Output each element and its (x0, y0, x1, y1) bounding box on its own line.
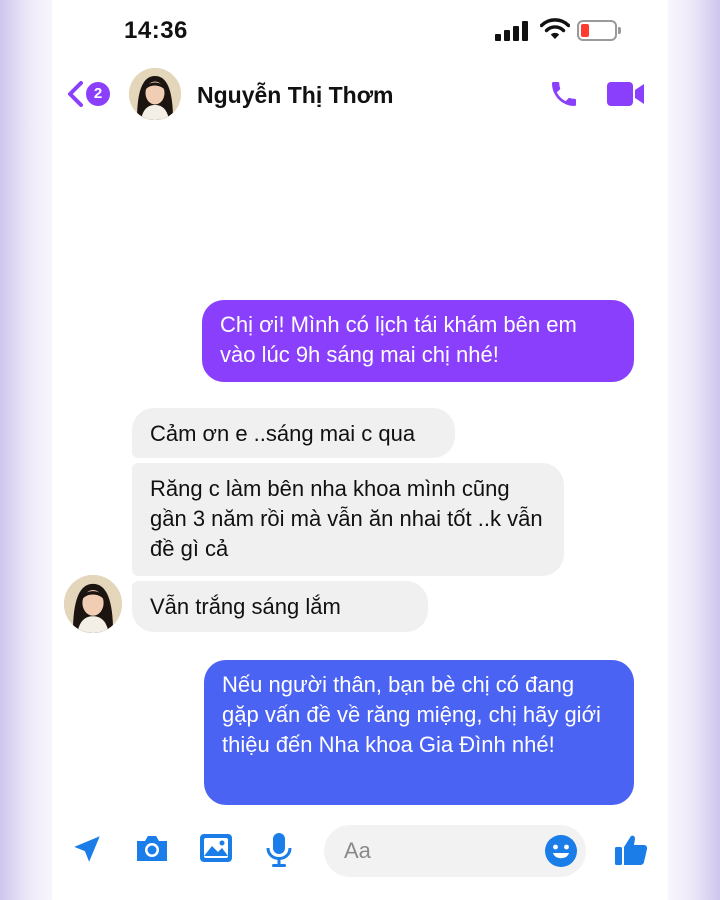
messenger-screen: 14:36 2 Nguyễn Thị Thơm Chị ơi! Mình có … (52, 0, 668, 900)
chevron-left-icon (68, 81, 83, 107)
emoji-icon[interactable] (544, 834, 578, 868)
contact-name[interactable]: Nguyễn Thị Thơm (197, 82, 394, 109)
message-composer (52, 820, 668, 880)
status-bar: 14:36 (52, 0, 668, 62)
sender-avatar[interactable] (64, 575, 122, 633)
contact-avatar[interactable] (129, 68, 181, 120)
send-location-icon[interactable] (70, 832, 104, 866)
cellular-signal-icon (495, 21, 529, 41)
outgoing-message[interactable]: Chị ơi! Mình có lịch tái khám bên em vào… (202, 300, 634, 382)
thumbs-up-icon[interactable] (614, 833, 648, 867)
phone-icon[interactable] (548, 78, 580, 110)
wifi-icon (540, 18, 570, 39)
status-time: 14:36 (124, 17, 188, 44)
conversation-header: 2 Nguyễn Thị Thơm (52, 64, 668, 126)
camera-icon[interactable] (134, 832, 170, 864)
battery-icon (577, 20, 621, 41)
video-camera-icon[interactable] (606, 81, 646, 107)
avatar (129, 68, 181, 120)
image-icon[interactable] (199, 832, 233, 864)
incoming-message[interactable]: Vẫn trắng sáng lắm (132, 581, 428, 632)
microphone-icon[interactable] (266, 832, 292, 868)
outgoing-message[interactable]: Nếu người thân, bạn bè chị có đang gặp v… (204, 660, 634, 805)
unread-count-badge: 2 (86, 82, 110, 106)
avatar (64, 575, 122, 633)
back-button[interactable]: 2 (66, 78, 118, 110)
incoming-message[interactable]: Răng c làm bên nha khoa mình cũng gần 3 … (132, 463, 564, 576)
incoming-message[interactable]: Cảm ơn e ..sáng mai c qua (132, 408, 455, 458)
